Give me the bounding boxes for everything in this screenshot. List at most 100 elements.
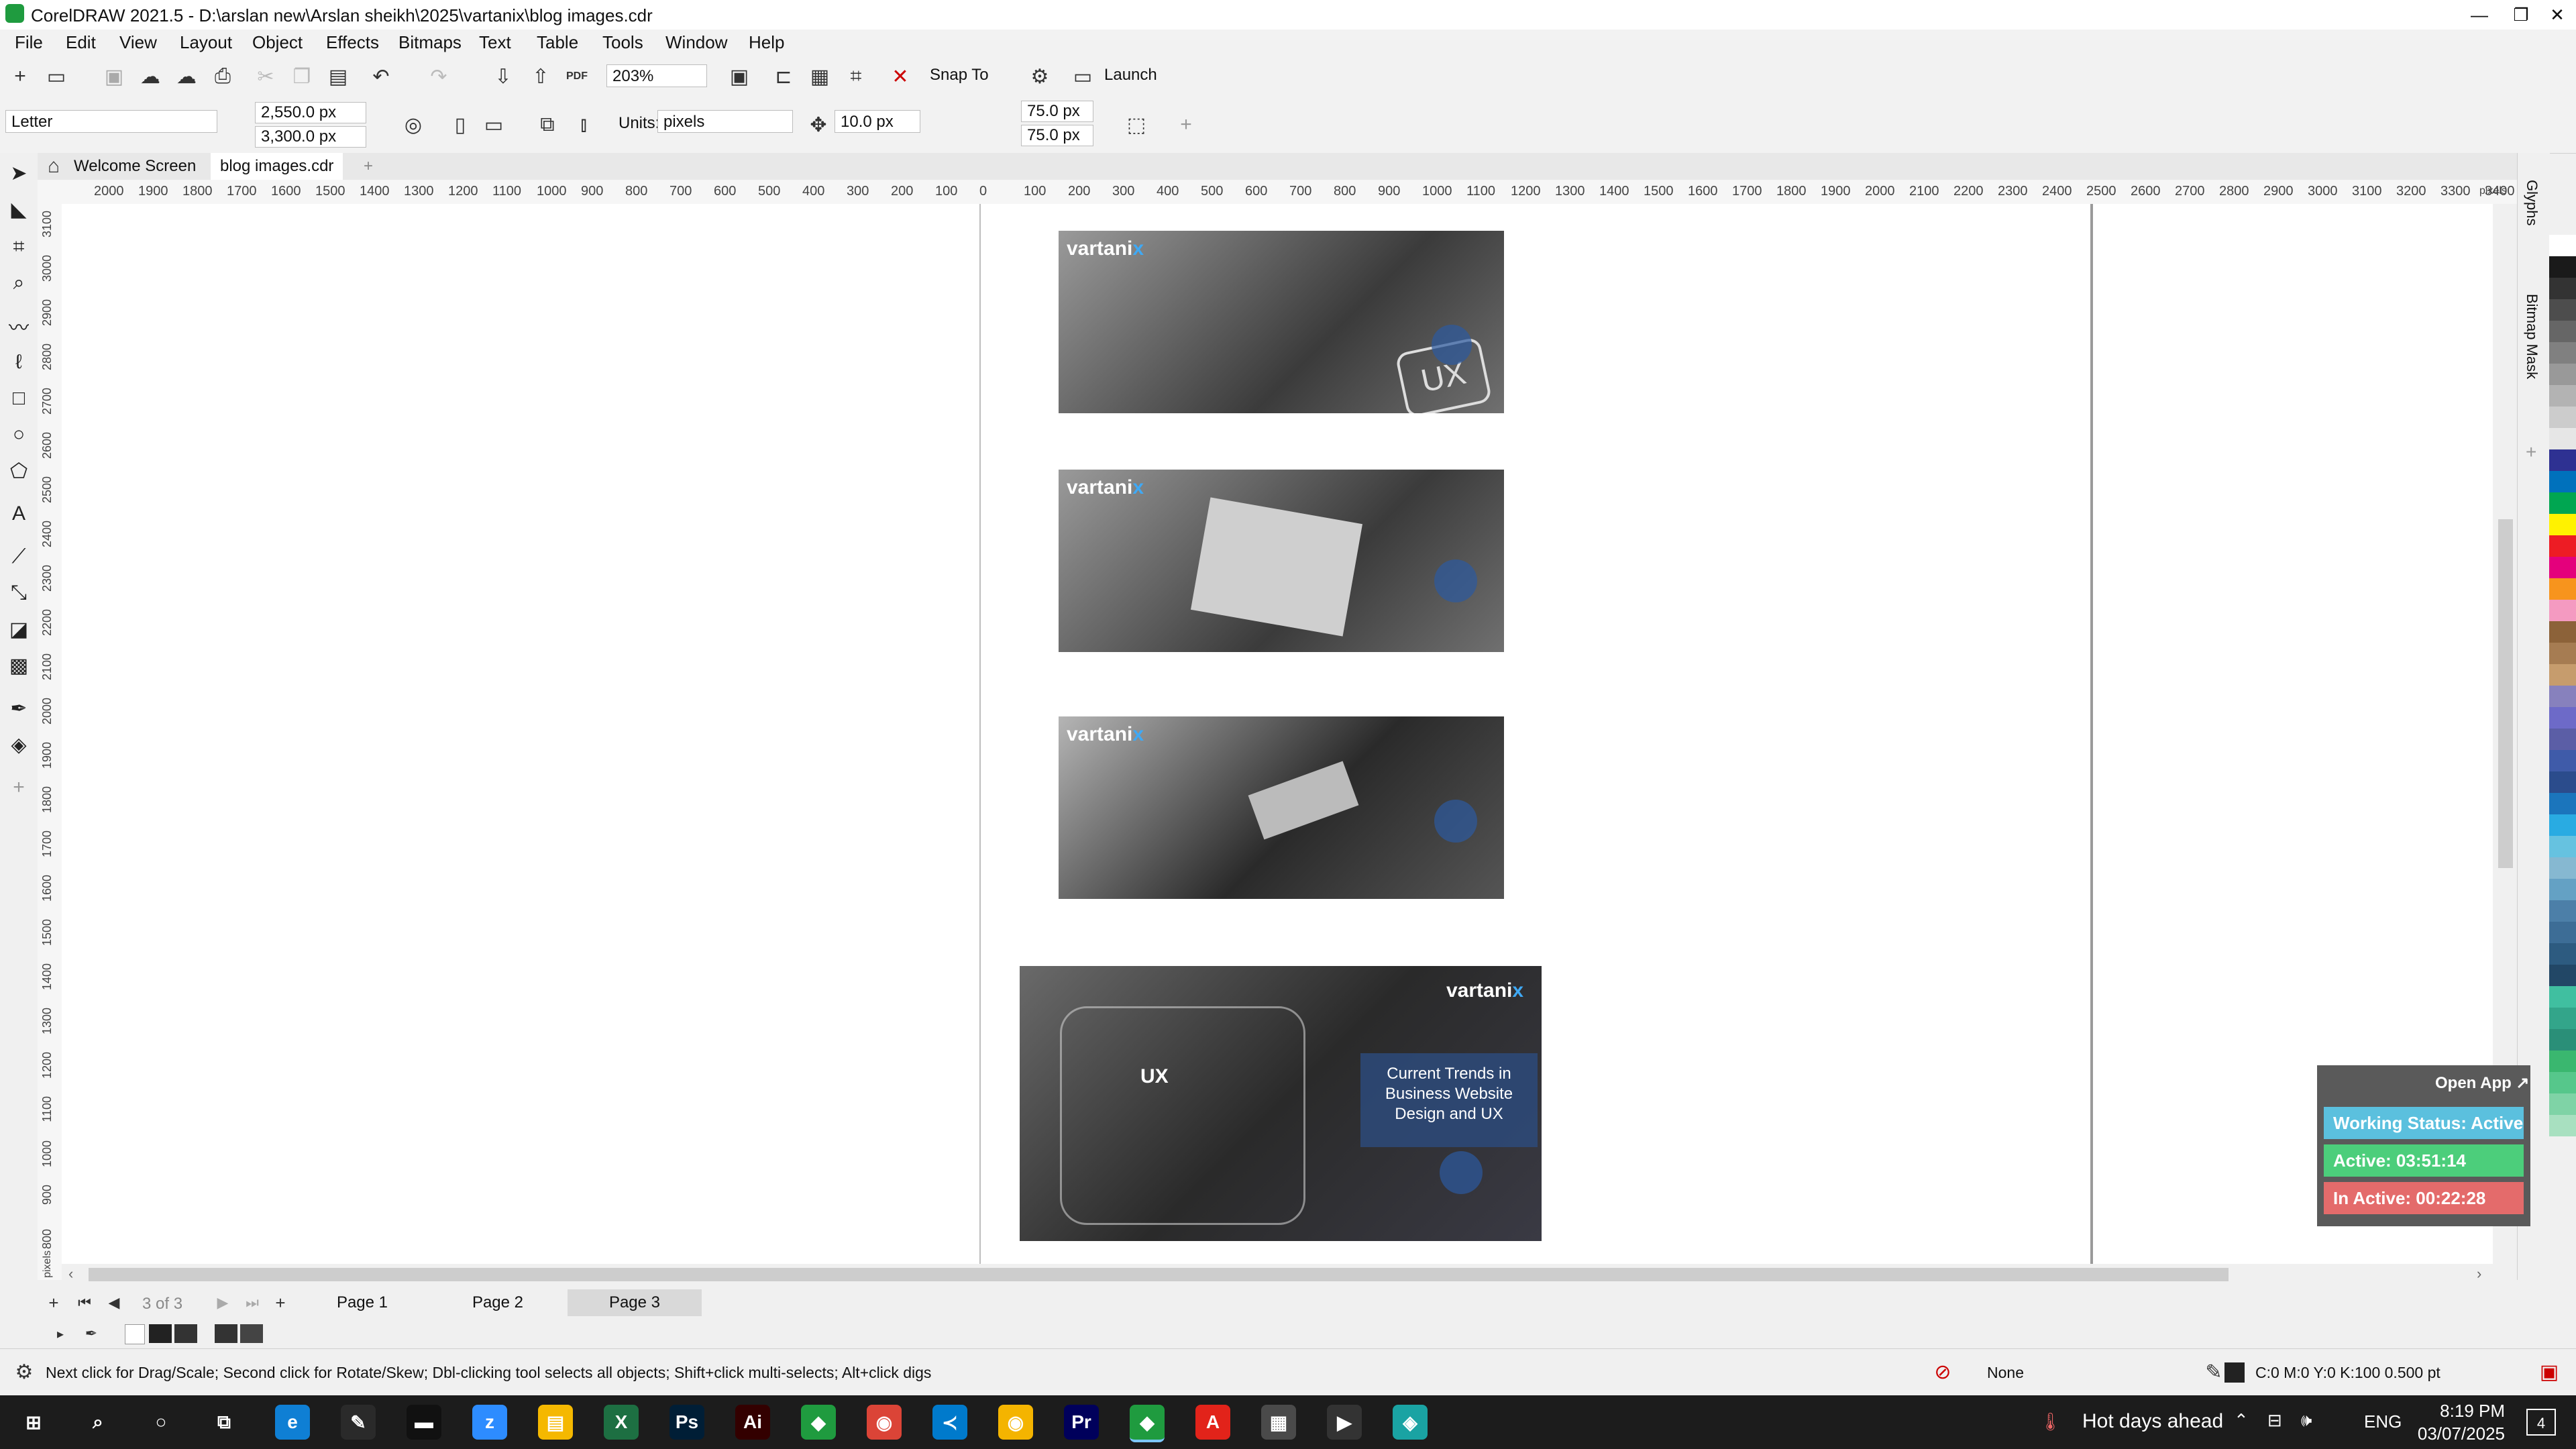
- taskbar-explorer-icon[interactable]: ▤: [538, 1405, 573, 1440]
- swatch-dark-3[interactable]: [240, 1324, 263, 1343]
- bitmap-mask-docker-tab[interactable]: Bitmap Mask: [2523, 294, 2540, 379]
- palette-swatch[interactable]: [2549, 793, 2576, 814]
- menu-table[interactable]: Table: [537, 32, 578, 53]
- add-page-after-icon[interactable]: +: [267, 1289, 294, 1316]
- menu-text[interactable]: Text: [479, 32, 511, 53]
- menu-layout[interactable]: Layout: [180, 32, 232, 53]
- menu-window[interactable]: Window: [665, 32, 727, 53]
- menu-object[interactable]: Object: [252, 32, 303, 53]
- landscape-icon[interactable]: ▭: [480, 111, 507, 138]
- save-icon[interactable]: ▣: [101, 63, 127, 90]
- blog-image-2[interactable]: vartanix: [1059, 470, 1504, 652]
- palette-swatch[interactable]: [2549, 621, 2576, 643]
- palette-swatch[interactable]: [2549, 407, 2576, 428]
- taskbar-app-misc-icon[interactable]: ◈: [1393, 1405, 1428, 1440]
- swatch-dark[interactable]: [174, 1324, 197, 1343]
- palette-swatch[interactable]: [2549, 342, 2576, 364]
- taskbar-edge-icon[interactable]: e: [275, 1405, 310, 1440]
- pick-tool-icon[interactable]: ➤: [5, 158, 32, 188]
- palette-swatch[interactable]: [2549, 299, 2576, 321]
- redo-icon[interactable]: ↷: [425, 63, 452, 90]
- undo-icon[interactable]: ↶: [368, 63, 394, 90]
- current-page-icon[interactable]: ⫾: [570, 111, 597, 138]
- taskbar-premiere-icon[interactable]: Pr: [1064, 1405, 1099, 1440]
- import-icon[interactable]: ⇩: [490, 63, 517, 90]
- palette-swatch[interactable]: [2549, 578, 2576, 600]
- crop-tool-icon[interactable]: ⌗: [5, 232, 32, 262]
- palette-swatch[interactable]: [2549, 879, 2576, 900]
- palette-swatch[interactable]: [2549, 278, 2576, 299]
- tray-chevron-icon[interactable]: ⌃: [2234, 1410, 2249, 1431]
- swatch-black[interactable]: [149, 1324, 172, 1343]
- rectangle-tool-icon[interactable]: □: [5, 384, 32, 413]
- duplicate-y-field[interactable]: 75.0 px: [1021, 125, 1093, 146]
- last-page-icon[interactable]: ⏭: [239, 1289, 266, 1316]
- full-screen-preview-icon[interactable]: ▣: [726, 63, 753, 90]
- copy-icon[interactable]: ❐: [288, 63, 315, 90]
- scroll-right-icon[interactable]: ›: [2477, 1265, 2481, 1283]
- palette-swatch[interactable]: [2549, 256, 2576, 278]
- glyphs-docker-tab[interactable]: Glyphs: [2523, 180, 2540, 225]
- next-page-icon[interactable]: ▶: [209, 1289, 236, 1316]
- palette-swatch[interactable]: [2549, 729, 2576, 750]
- polygon-tool-icon[interactable]: ⬠: [5, 456, 32, 486]
- page-height-field[interactable]: 3,300.0 px: [255, 126, 366, 148]
- drop-shadow-icon[interactable]: ◪: [5, 614, 32, 644]
- show-guidelines-icon[interactable]: ⌗: [843, 63, 869, 90]
- search-icon[interactable]: ⌕: [80, 1405, 115, 1440]
- taskbar-coreldraw-icon[interactable]: ◆: [801, 1405, 836, 1440]
- blog-image-1[interactable]: vartanix UX: [1059, 231, 1504, 413]
- blog-image-4[interactable]: vartanix UX Current Trends in Business W…: [1020, 966, 1542, 1241]
- treat-as-filled-icon[interactable]: ⬚: [1123, 111, 1150, 138]
- connector-tool-icon[interactable]: ⤡: [5, 578, 32, 608]
- palette-swatch[interactable]: [2549, 514, 2576, 535]
- palette-eyedropper-icon[interactable]: ✒: [78, 1320, 105, 1347]
- taskbar-media-player-icon[interactable]: ▶: [1327, 1405, 1362, 1440]
- status-gear-icon[interactable]: ⚙: [11, 1358, 38, 1385]
- add-docker-icon[interactable]: +: [2526, 441, 2536, 463]
- language-indicator[interactable]: ENG: [2364, 1411, 2402, 1432]
- palette-swatch[interactable]: [2549, 643, 2576, 664]
- minimize-button[interactable]: —: [2459, 1, 2500, 28]
- cloud-download-icon[interactable]: ☁: [137, 63, 164, 90]
- menu-file[interactable]: File: [15, 32, 43, 53]
- palette-swatch[interactable]: [2549, 686, 2576, 707]
- palette-swatch[interactable]: [2549, 600, 2576, 621]
- portrait-icon[interactable]: ▯: [447, 111, 474, 138]
- export-icon[interactable]: ⇧: [527, 63, 554, 90]
- palette-swatch[interactable]: [2549, 707, 2576, 729]
- taskbar-terminal-icon[interactable]: ▬: [407, 1405, 441, 1440]
- palette-swatch[interactable]: [2549, 471, 2576, 492]
- taskbar-chrome-icon[interactable]: ◉: [867, 1405, 902, 1440]
- options-gear-icon[interactable]: ⚙: [1026, 63, 1053, 90]
- palette-swatch[interactable]: [2549, 364, 2576, 385]
- palette-swatch[interactable]: [2549, 922, 2576, 943]
- cloud-upload-icon[interactable]: ☁: [173, 63, 200, 90]
- palette-swatch[interactable]: [2549, 664, 2576, 686]
- page-tab-3[interactable]: Page 3: [568, 1289, 702, 1316]
- tab-blog-images[interactable]: blog images.cdr: [211, 153, 343, 182]
- volume-icon[interactable]: 🕪: [2301, 1410, 2312, 1432]
- palette-swatch[interactable]: [2549, 1093, 2576, 1115]
- palette-swatch[interactable]: [2549, 814, 2576, 836]
- color-proof-icon[interactable]: ▣: [2536, 1358, 2563, 1385]
- units-select[interactable]: pixels: [657, 110, 793, 133]
- freehand-tool-icon[interactable]: 〰: [5, 311, 32, 341]
- menu-view[interactable]: View: [119, 32, 157, 53]
- page-tab-2[interactable]: Page 2: [431, 1289, 565, 1316]
- swatch-none[interactable]: [125, 1324, 145, 1344]
- palette-swatch[interactable]: [2549, 1115, 2576, 1136]
- palette-swatch[interactable]: [2549, 771, 2576, 793]
- cut-icon[interactable]: ✂: [252, 63, 279, 90]
- zoom-level-field[interactable]: 203%: [606, 64, 707, 87]
- eyedropper-icon[interactable]: ✒: [5, 694, 32, 723]
- palette-swatch[interactable]: [2549, 235, 2576, 256]
- quick-customize-icon[interactable]: +: [5, 773, 32, 802]
- palette-swatch[interactable]: [2549, 900, 2576, 922]
- taskbar-vscode-icon[interactable]: ≺: [932, 1405, 967, 1440]
- taskbar-zoom-icon[interactable]: z: [472, 1405, 507, 1440]
- cortana-icon[interactable]: ○: [144, 1405, 178, 1440]
- menu-effects[interactable]: Effects: [326, 32, 379, 53]
- show-grid-icon[interactable]: ▦: [806, 63, 833, 90]
- palette-swatch[interactable]: [2549, 1051, 2576, 1072]
